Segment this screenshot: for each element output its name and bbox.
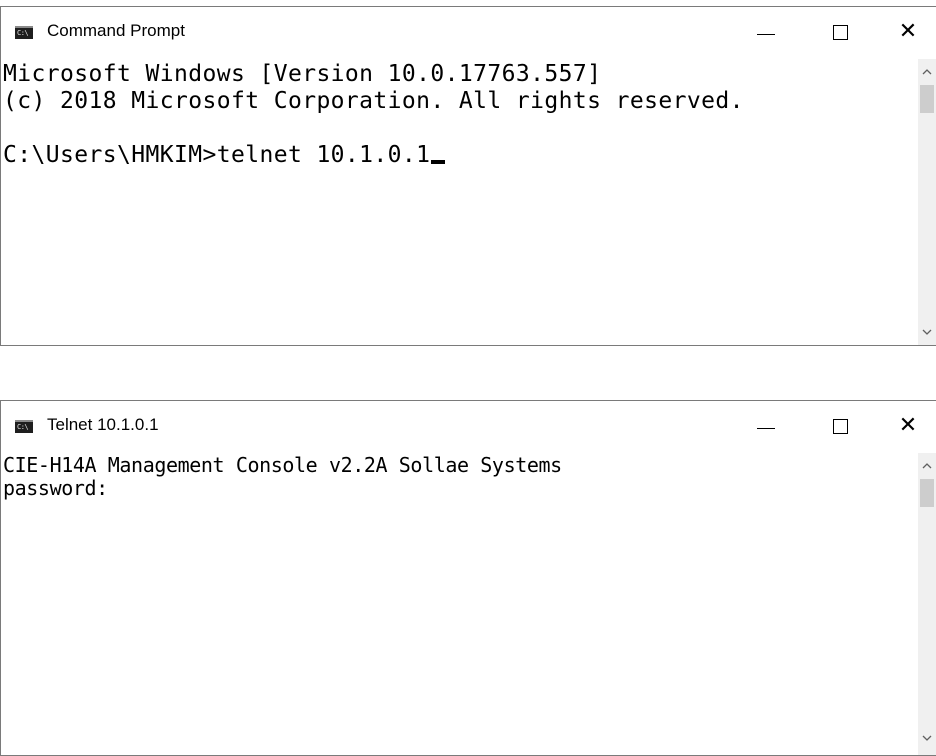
window-title: Command Prompt [47,21,185,40]
close-icon: ✕ [898,19,918,44]
close-button[interactable]: ✕ [875,401,936,451]
command-prompt-window: C:\ Command Prompt ✕ Microsoft Windows [… [0,6,936,346]
console-line: CIE-H14A Management Console v2.2A Sollae… [3,453,562,477]
vertical-scrollbar[interactable] [918,453,936,755]
telnet-app-icon[interactable]: C:\ [15,420,33,433]
console-line: (c) 2018 Microsoft Corporation. All righ… [3,88,744,114]
scroll-down-arrow-icon[interactable] [918,729,936,747]
scroll-up-arrow-icon[interactable] [918,457,936,475]
maximize-icon [832,24,848,40]
maximize-button[interactable] [807,7,873,57]
title-bar[interactable]: C:\ Telnet 10.1.0.1 ✕ [1,401,936,453]
console-line: Microsoft Windows [Version 10.0.17763.55… [3,61,602,87]
maximize-button[interactable] [807,401,873,451]
window-title: Telnet 10.1.0.1 [47,415,159,434]
title-bar[interactable]: C:\ Command Prompt ✕ [1,7,936,59]
console-line: C:\Users\HMKIM>telnet 10.1.0.1 [3,142,446,168]
minimize-button[interactable] [733,7,799,57]
text-cursor [431,160,446,164]
minimize-icon [757,427,775,429]
vertical-scrollbar[interactable] [918,59,936,345]
telnet-window: C:\ Telnet 10.1.0.1 ✕ CIE-H14A Managemen… [0,400,936,756]
cmd-app-icon[interactable]: C:\ [15,26,33,39]
minimize-icon [757,33,775,35]
console-output[interactable]: CIE-H14A Management Console v2.2A Sollae… [1,453,918,755]
password-prompt[interactable]: password: [3,476,108,500]
scroll-down-arrow-icon[interactable] [918,323,936,341]
minimize-button[interactable] [733,401,799,451]
scroll-up-arrow-icon[interactable] [918,63,936,81]
command-input-line[interactable]: C:\Users\HMKIM>telnet 10.1.0.1 [3,142,430,168]
console-output[interactable]: Microsoft Windows [Version 10.0.17763.55… [1,59,918,345]
scrollbar-thumb[interactable] [920,85,934,113]
scrollbar-thumb[interactable] [920,479,934,507]
close-icon: ✕ [898,413,918,438]
maximize-icon [832,418,848,434]
close-button[interactable]: ✕ [875,7,936,57]
